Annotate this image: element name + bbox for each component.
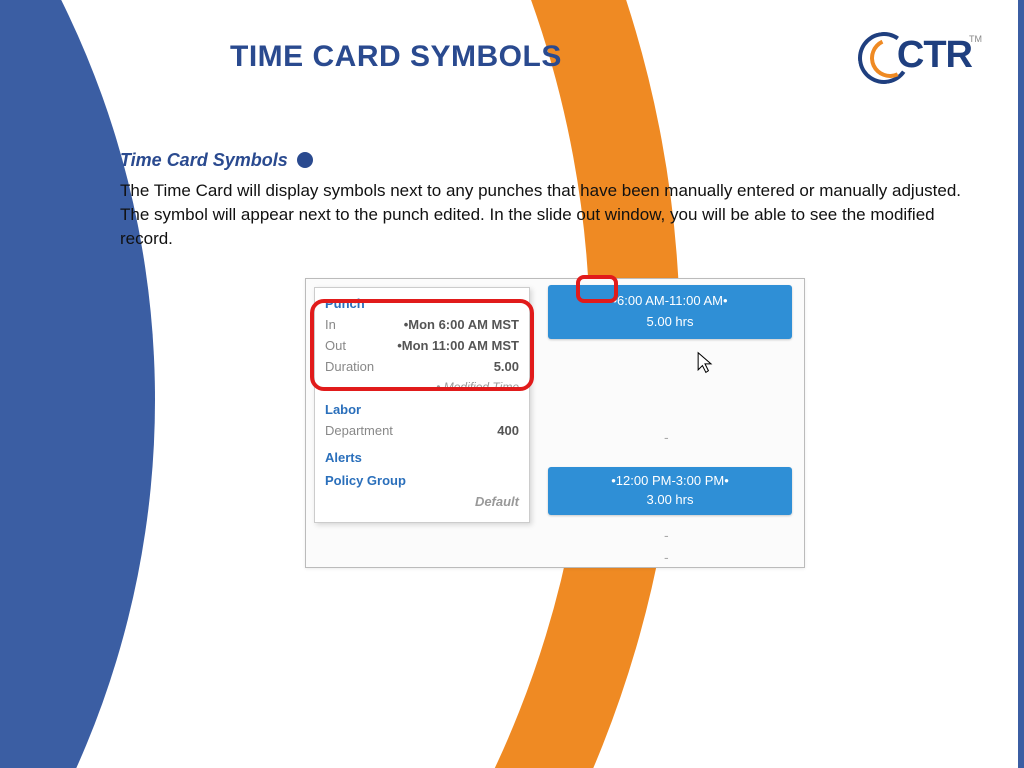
section-heading: Time Card Symbols: [120, 150, 990, 171]
modified-time-legend: • Modified Time: [325, 380, 519, 394]
punch-detail-panel: Punch In •Mon 6:00 AM MST Out •Mon 11:00…: [314, 287, 530, 523]
alerts-header: Alerts: [325, 450, 519, 465]
policy-group-header: Policy Group: [325, 473, 519, 488]
entry-hours: 5.00 hrs: [552, 314, 788, 329]
punch-in-row: In •Mon 6:00 AM MST: [325, 315, 519, 336]
labor-department-row: Department 400: [325, 421, 519, 442]
timeline-tick-icon: -: [664, 527, 669, 543]
timeline-entry[interactable]: •12:00 PM-3:00 PM• 3.00 hrs: [548, 467, 792, 515]
timeline-entry[interactable]: •6:00 AM-11:00 AM• 5.00 hrs: [548, 285, 792, 339]
timecard-screenshot: Punch In •Mon 6:00 AM MST Out •Mon 11:00…: [305, 278, 805, 568]
punch-in-value: •Mon 6:00 AM MST: [404, 315, 519, 336]
policy-group-value: Default: [475, 492, 519, 513]
cursor-icon: [696, 351, 714, 375]
timeline-tick-icon: -: [664, 429, 669, 445]
labor-department-value: 400: [497, 421, 519, 442]
section-heading-text: Time Card Symbols: [120, 150, 288, 170]
punch-header: Punch: [325, 296, 519, 311]
punch-duration-row: Duration 5.00: [325, 357, 519, 378]
timeline-tick-icon: -: [664, 549, 669, 565]
labor-header: Labor: [325, 402, 519, 417]
entry-times: •12:00 PM-3:00 PM•: [552, 473, 788, 488]
page-title: TIME CARD SYMBOLS: [230, 40, 562, 74]
ctr-logo: CTR TM: [840, 30, 980, 90]
decorative-right-border: [1018, 0, 1024, 768]
section-body-text: The Time Card will display symbols next …: [120, 179, 990, 250]
bullet-icon: [297, 152, 313, 168]
punch-out-value: •Mon 11:00 AM MST: [397, 336, 519, 357]
punch-in-label: In: [325, 315, 336, 336]
punch-out-row: Out •Mon 11:00 AM MST: [325, 336, 519, 357]
logo-trademark: TM: [969, 34, 982, 44]
policy-group-row: Default: [325, 492, 519, 513]
punch-duration-value: 5.00: [494, 357, 519, 378]
entry-times: •6:00 AM-11:00 AM•: [552, 293, 788, 308]
labor-department-label: Department: [325, 421, 393, 442]
entry-hours: 3.00 hrs: [552, 492, 788, 507]
logo-text: CTR: [897, 34, 972, 77]
timeline-area: •6:00 AM-11:00 AM• 5.00 hrs •12:00 PM-3:…: [536, 279, 804, 567]
punch-out-label: Out: [325, 336, 346, 357]
punch-duration-label: Duration: [325, 357, 374, 378]
